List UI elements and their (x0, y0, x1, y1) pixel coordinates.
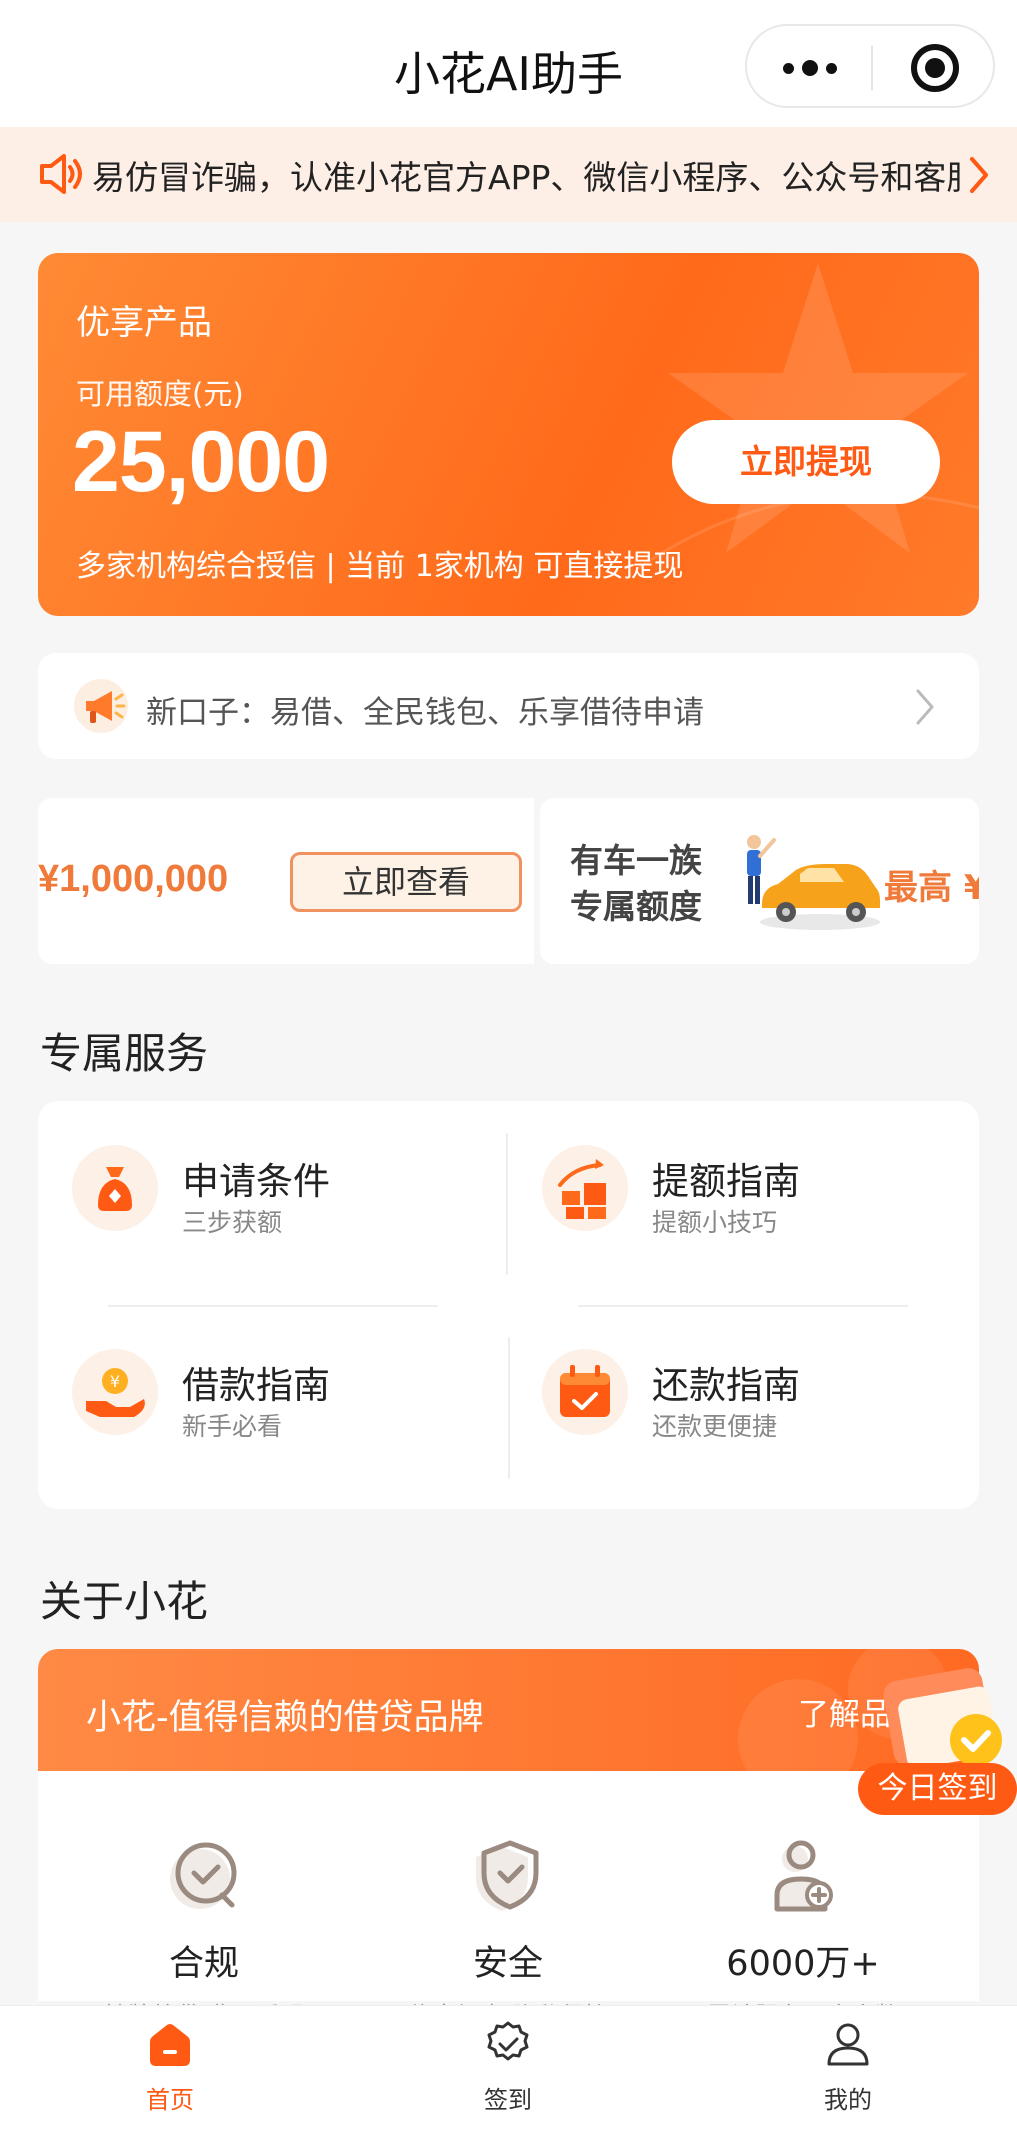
promo-amount: ¥1,000,000 (38, 858, 229, 900)
service-repay-guide[interactable]: 还款指南 还款更便捷 (508, 1315, 928, 1465)
car-banner-line1: 有车一族 (570, 841, 702, 880)
growth-blocks-icon (542, 1145, 628, 1231)
title-bar: 小花AI助手 (0, 0, 1017, 127)
user-icon (827, 2023, 869, 2066)
capsule-divider (871, 46, 873, 90)
promo-banner-car[interactable]: 有车一族 专属额度 最高 ¥ (540, 798, 979, 964)
tab-label: 首页 (146, 2086, 194, 2114)
home-icon (150, 2024, 190, 2066)
services-divider-horizontal (578, 1305, 908, 1307)
shield-icon (476, 1840, 539, 1911)
service-sub: 提额小技巧 (652, 1208, 778, 1237)
withdraw-button[interactable]: 立即提现 (672, 420, 940, 504)
coin-hand-icon: ¥ (72, 1349, 158, 1435)
feature-security: 安全 信息加密 隐私保护 (398, 1837, 618, 2016)
services-divider-vertical (506, 1133, 508, 1275)
car-icon (747, 835, 880, 930)
chevron-right-icon (916, 689, 934, 725)
service-sub: 三步获额 (182, 1208, 283, 1237)
tab-home[interactable]: 首页 (100, 2020, 240, 2124)
feature-compliance: 合规 持牌放贷 费用透明 (94, 1837, 314, 2016)
bottom-tab-bar: 首页 签到 我的 (0, 2005, 1017, 2130)
service-name: 借款指南 (182, 1364, 330, 1407)
svg-text:¥: ¥ (110, 1372, 120, 1391)
tab-checkin[interactable]: 签到 (438, 2020, 578, 2124)
car-banner-highest: 最高 ¥ (884, 868, 979, 908)
service-name: 申请条件 (182, 1160, 330, 1203)
amount-label: 可用额度(元) (76, 377, 244, 411)
service-limit-guide[interactable]: 提额指南 提额小技巧 (508, 1111, 928, 1261)
credit-description: 多家机构综合授信 | 当前 1家机构 可直接提现 (76, 549, 684, 584)
feature-users: 6000万+ 累计服务用户人数 (693, 1837, 913, 2016)
user-plus-icon (774, 1840, 833, 1912)
promo-banner-amount[interactable]: ¥1,000,000 立即查看 (38, 798, 534, 964)
services-divider-horizontal (108, 1305, 438, 1307)
feature-label: 6000万+ (726, 1944, 880, 1984)
close-program-icon[interactable] (911, 44, 959, 92)
service-sub: 还款更便捷 (652, 1412, 778, 1441)
car-banner-line2: 专属额度 (570, 887, 702, 926)
credit-card: 优享产品 可用额度(元) 25,000 多家机构综合授信 | 当前 1家机构 可… (38, 253, 979, 616)
compliance-check-icon (170, 1842, 237, 1909)
about-section-title: 关于小花 (40, 1577, 209, 1626)
chevron-right-icon (970, 157, 988, 193)
new-loans-row[interactable]: 新口子：易借、全民钱包、乐享借待申请 (38, 653, 979, 759)
available-amount: 25,000 (72, 414, 330, 510)
megaphone-icon (74, 679, 128, 733)
brand-banner[interactable]: 小花-值得信赖的借贷品牌 了解品 (38, 1649, 979, 1771)
more-menu-icon[interactable] (783, 26, 837, 110)
service-apply-conditions[interactable]: 申请条件 三步获额 (38, 1111, 458, 1261)
product-label: 优享产品 (76, 303, 212, 343)
daily-signin-float[interactable]: 今日签到 (858, 1660, 1017, 1820)
signin-calendar-icon (883, 1668, 1002, 1769)
notice-text: 易仿冒诈骗，认准小花官方APP、微信小程序、公众号和客服 (92, 158, 962, 197)
speaker-icon (40, 154, 82, 194)
brand-banner-text: 小花-值得信赖的借贷品牌 (86, 1698, 484, 1738)
anti-fraud-notice[interactable]: 易仿冒诈骗，认准小花官方APP、微信小程序、公众号和客服 (0, 127, 1017, 222)
feature-label: 安全 (472, 1944, 543, 1984)
mini-program-capsule (745, 24, 995, 108)
service-sub: 新手必看 (182, 1412, 283, 1441)
money-bag-icon (72, 1145, 158, 1231)
services-divider-vertical (508, 1337, 510, 1479)
checkin-icon (487, 2021, 529, 2061)
feature-label: 合规 (168, 1944, 239, 1984)
signin-badge[interactable]: 今日签到 (858, 1763, 1017, 1815)
tab-label: 签到 (484, 2086, 532, 2114)
service-name: 还款指南 (652, 1364, 800, 1407)
service-name: 提额指南 (652, 1160, 800, 1203)
services-section-title: 专属服务 (40, 1029, 209, 1078)
tab-label: 我的 (824, 2086, 872, 2114)
brand-features: 合规 持牌放贷 费用透明 安全 信息加密 隐私保护 6000万+ 累计服务用户人… (38, 1771, 979, 2016)
services-card: 申请条件 三步获额 提额指南 提额小技巧 ¥ 借款指南 新手必看 还款指南 还款… (38, 1101, 979, 1509)
service-loan-guide[interactable]: ¥ 借款指南 新手必看 (38, 1315, 458, 1465)
calendar-check-icon (542, 1349, 628, 1435)
tab-me[interactable]: 我的 (778, 2020, 918, 2124)
view-now-button[interactable]: 立即查看 (290, 852, 522, 912)
new-loans-text: 新口子：易借、全民钱包、乐享借待申请 (146, 695, 704, 731)
